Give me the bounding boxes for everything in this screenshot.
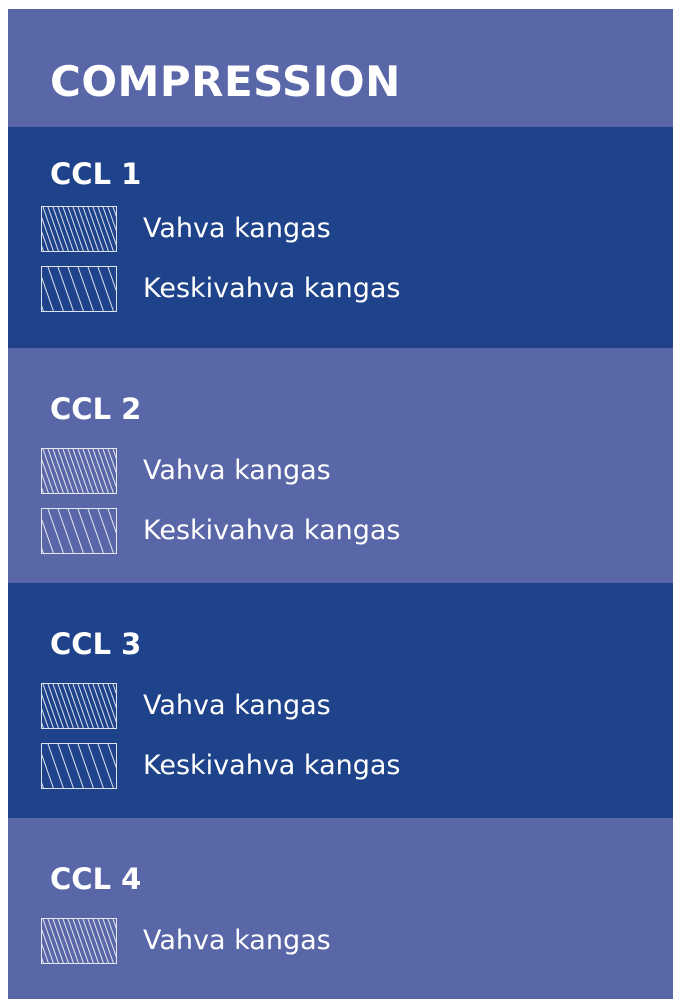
legend-item-label: Vahva kangas [143,213,331,244]
hatch-line [42,782,44,788]
sparse-hatch-icon [41,266,117,312]
hatch-line [42,547,44,553]
legend-item: Keskivahva kangas [41,743,401,789]
section-ccl-3: CCL 3 Vahva kangas Keskivahva kangas [8,583,673,818]
legend-item-label: Vahva kangas [143,690,331,721]
hatch-line [97,267,114,311]
hatch-line [57,267,74,311]
sparse-hatch-icon [41,508,117,554]
hatch-line [107,509,116,534]
hatch-line [67,267,84,311]
hatch-line [97,744,114,788]
legend-item-label: Vahva kangas [143,925,331,956]
hatch-pattern [42,207,116,251]
legend-item: Keskivahva kangas [41,508,401,554]
legend-item-label: Vahva kangas [143,455,331,486]
hatch-line [42,487,44,493]
hatch-line [97,509,114,553]
legend-item: Vahva kangas [41,918,331,964]
hatch-pattern [42,267,116,311]
hatch-pattern [42,919,116,963]
dense-hatch-icon [41,448,117,494]
hatch-pattern [42,449,116,493]
dense-hatch-icon [41,206,117,252]
hatch-line [67,509,84,553]
legend-item: Vahva kangas [41,448,331,494]
dense-hatch-icon [41,918,117,964]
hatch-line [102,449,116,488]
legend-item-label: Keskivahva kangas [143,273,401,304]
hatch-line [87,509,104,553]
hatch-pattern [42,509,116,553]
hatch-line [47,267,64,311]
dense-hatch-icon [41,683,117,729]
hatch-line [42,305,44,311]
hatch-line [57,509,74,553]
section-ccl-4: CCL 4 Vahva kangas [8,818,673,999]
hatch-line [42,276,54,311]
hatch-line [102,919,116,958]
legend-item-label: Keskivahva kangas [143,750,401,781]
hatch-line [42,753,54,788]
hatch-line [57,744,74,788]
hatch-line [42,928,54,963]
hatch-line [47,509,64,553]
legend-item: Keskivahva kangas [41,266,401,312]
legend-item-label: Keskivahva kangas [143,515,401,546]
hatch-pattern [42,684,116,728]
section-title: CCL 4 [50,862,142,896]
compression-legend-panel: COMPRESSION CCL 1 Vahva kangas Keskivahv… [8,9,673,999]
hatch-line [87,744,104,788]
hatch-line [42,216,54,251]
hatch-line [107,744,116,769]
hatch-line [42,722,44,728]
section-title: CCL 1 [50,157,142,191]
hatch-line [42,518,54,553]
hatch-line [42,245,44,251]
sparse-hatch-icon [41,743,117,789]
legend-item: Vahva kangas [41,683,331,729]
section-ccl-1: CCL 1 Vahva kangas Keskivahva kangas [8,127,673,348]
hatch-line [47,744,64,788]
hatch-line [42,693,54,728]
hatch-line [77,267,94,311]
section-title: CCL 3 [50,627,142,661]
hatch-line [77,744,94,788]
section-title: CCL 2 [50,392,142,426]
hatch-line [102,684,116,723]
section-ccl-2: CCL 2 Vahva kangas Keskivahva kangas [8,348,673,583]
hatch-line [67,744,84,788]
hatch-line [102,207,116,246]
hatch-pattern [42,744,116,788]
hatch-line [87,267,104,311]
legend-header: COMPRESSION [8,9,673,127]
legend-item: Vahva kangas [41,206,331,252]
hatch-line [77,509,94,553]
hatch-line [42,458,54,493]
hatch-line [107,267,116,292]
legend-title: COMPRESSION [50,57,401,106]
hatch-line [42,957,44,963]
